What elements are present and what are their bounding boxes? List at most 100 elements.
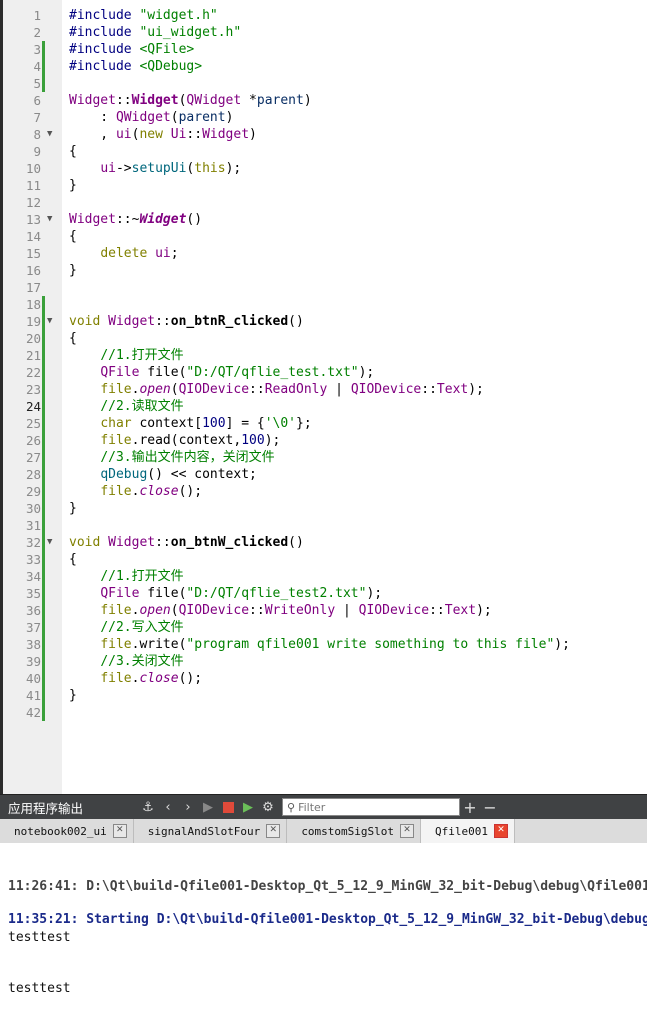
close-icon[interactable]: ✕	[266, 824, 281, 838]
code-text: char context[100] = {'\0'};	[100, 416, 312, 431]
line-number: 31	[25, 518, 41, 533]
attach-icon[interactable]: ⚓	[138, 797, 158, 817]
code-line[interactable]: 26 file.read(context,100);	[26, 432, 647, 449]
code-line[interactable]: 31	[26, 517, 647, 534]
line-number: 24	[25, 399, 41, 414]
code-line[interactable]: 24 //2.读取文件	[26, 398, 647, 415]
code-line[interactable]: 5	[33, 75, 647, 92]
change-marker	[42, 296, 45, 313]
output-tab[interactable]: signalAndSlotFour ✕	[134, 819, 288, 843]
code-line[interactable]: 33 {	[26, 551, 647, 568]
code-line[interactable]: 4 #include <QDebug>	[33, 58, 647, 75]
code-editor[interactable]: 1 #include "widget.h" 2 #include "ui_widget…	[0, 0, 647, 794]
stop-icon[interactable]	[218, 797, 238, 817]
code-line[interactable]: 12	[26, 194, 647, 211]
minus-icon[interactable]: −	[480, 797, 500, 817]
code-line[interactable]: 3 #include <QFile>	[33, 41, 647, 58]
change-marker	[42, 670, 45, 687]
output-line: testtest	[8, 981, 71, 996]
change-marker	[42, 58, 45, 75]
code-line[interactable]: 18	[26, 296, 647, 313]
output-tab[interactable]: notebook002_ui ✕	[0, 819, 134, 843]
add-icon[interactable]: +	[460, 797, 480, 817]
change-marker	[42, 466, 45, 483]
code-line[interactable]: 22 QFile file("D:/QT/qflie_test.txt");	[26, 364, 647, 381]
change-marker	[42, 517, 45, 534]
code-text: {	[69, 552, 77, 567]
code-line[interactable]: 6 Widget::Widget(QWidget *parent)	[33, 92, 647, 109]
code-line[interactable]: 35 QFile file("D:/QT/qflie_test2.txt");	[26, 585, 647, 602]
code-line[interactable]: 14 {	[26, 228, 647, 245]
prev-icon[interactable]: ‹	[158, 797, 178, 817]
debug-icon[interactable]: ▶	[238, 797, 258, 817]
change-marker	[42, 602, 45, 619]
code-line[interactable]: 37 //2.写入文件	[26, 619, 647, 636]
code-text: file.write("program qfile001 write somet…	[100, 637, 570, 652]
code-text: file.open(QIODevice::WriteOnly | QIODevi…	[100, 603, 492, 618]
application-output[interactable]: 11:26:41: D:\Qt\build-Qfile001-Desktop_Q…	[0, 843, 647, 1017]
code-line[interactable]: 29 file.close();	[26, 483, 647, 500]
settings-icon[interactable]: ⚙	[258, 797, 278, 817]
fold-arrow-icon[interactable]: ▼	[47, 211, 52, 228]
line-number: 12	[25, 195, 41, 210]
code-line[interactable]: 20 {	[26, 330, 647, 347]
code-area[interactable]: 1 #include "widget.h" 2 #include "ui_widget…	[26, 7, 647, 721]
line-number: 22	[25, 365, 41, 380]
code-text: QFile file("D:/QT/qflie_test.txt");	[100, 365, 375, 380]
code-line[interactable]: 38 file.write("program qfile001 write so…	[26, 636, 647, 653]
fold-arrow-icon[interactable]: ▼	[47, 313, 52, 330]
code-text: Widget::Widget(QWidget *parent)	[69, 93, 312, 108]
line-number: 25	[25, 416, 41, 431]
code-line[interactable]: 32 ▼ void Widget::on_btnW_clicked()	[26, 534, 647, 551]
fold-arrow-icon[interactable]: ▼	[47, 534, 52, 551]
tab-label: notebook002_ui	[14, 824, 107, 838]
line-number: 37	[25, 620, 41, 635]
change-marker	[42, 687, 45, 704]
code-line[interactable]: 41}	[26, 687, 647, 704]
code-line[interactable]: 9{	[33, 143, 647, 160]
output-tab[interactable]: Qfile001 ✕	[421, 819, 516, 843]
next-icon[interactable]: ›	[178, 797, 198, 817]
code-line[interactable]: 28 qDebug() << context;	[26, 466, 647, 483]
filter-placeholder: Filter	[298, 800, 326, 814]
code-line[interactable]: 15 delete ui;	[26, 245, 647, 262]
tab-label: Qfile001	[435, 824, 489, 838]
change-marker	[42, 364, 45, 381]
line-number: 34	[25, 569, 41, 584]
output-tab[interactable]: comstomSigSlot ✕	[287, 819, 422, 843]
code-text: file.read(context,100);	[100, 433, 281, 448]
code-line[interactable]: 21 //1.打开文件	[26, 347, 647, 364]
change-marker	[42, 619, 45, 636]
code-line[interactable]: 25 char context[100] = {'\0'};	[26, 415, 647, 432]
code-line[interactable]: 1 #include "widget.h"	[33, 7, 647, 24]
code-line[interactable]: 19 ▼ void Widget::on_btnR_clicked()	[26, 313, 647, 330]
line-number: 38	[25, 637, 41, 652]
code-line[interactable]: 8 ▼ , ui(new Ui::Widget)	[33, 126, 647, 143]
code-line[interactable]: 2 #include "ui_widget.h"	[33, 24, 647, 41]
code-line[interactable]: 40 file.close();	[26, 670, 647, 687]
close-icon[interactable]: ✕	[112, 824, 127, 838]
line-number: 35	[25, 586, 41, 601]
line-number: 16	[25, 263, 41, 278]
fold-arrow-icon[interactable]: ▼	[47, 126, 52, 143]
filter-input[interactable]: ⚲ Filter	[282, 798, 460, 816]
line-number: 27	[25, 450, 41, 465]
code-line[interactable]: 34 //1.打开文件	[26, 568, 647, 585]
tab-label: comstomSigSlot	[301, 824, 395, 838]
close-icon[interactable]: ✕	[400, 824, 415, 838]
code-line[interactable]: 27 //3.输出文件内容，关闭文件	[26, 449, 647, 466]
code-line[interactable]: 36 file.open(QIODevice::WriteOnly | QIOD…	[26, 602, 647, 619]
code-line[interactable]: 16}	[26, 262, 647, 279]
close-icon[interactable]: ✕	[494, 824, 509, 838]
code-line[interactable]: 17	[26, 279, 647, 296]
run-icon[interactable]: ▶	[198, 797, 218, 817]
code-line[interactable]: 11}	[26, 177, 647, 194]
code-line[interactable]: 7 : QWidget(parent)	[33, 109, 647, 126]
code-text: void Widget::on_btnW_clicked()	[69, 535, 304, 550]
code-line[interactable]: 10 ui->setupUi(this);	[26, 160, 647, 177]
code-line[interactable]: 30}	[26, 500, 647, 517]
code-line[interactable]: 23 file.open(QIODevice::ReadOnly | QIODe…	[26, 381, 647, 398]
code-line[interactable]: 39 //3.关闭文件	[26, 653, 647, 670]
code-line[interactable]: 13 ▼ Widget::~Widget()	[26, 211, 647, 228]
code-line[interactable]: 42	[26, 704, 647, 721]
